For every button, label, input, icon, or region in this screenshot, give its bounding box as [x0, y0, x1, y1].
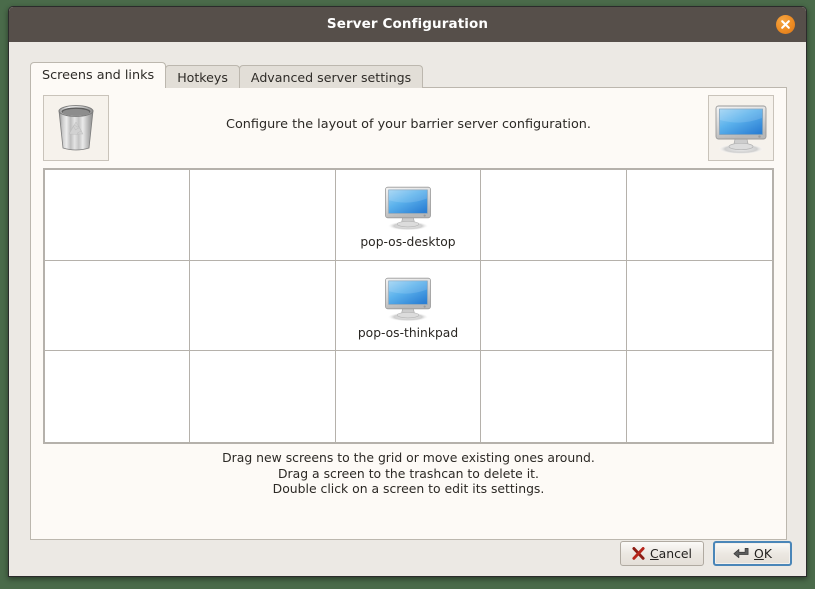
hint-line-2: Drag a screen to the trashcan to delete …	[278, 465, 539, 481]
trashcan-drop-target[interactable]	[43, 95, 109, 161]
tab-label: Advanced server settings	[250, 70, 412, 85]
ok-button-label: OK	[754, 546, 772, 561]
enter-arrow-icon	[733, 547, 749, 559]
grid-cell-r2c2[interactable]	[335, 351, 482, 442]
grid-cell-r0c3[interactable]	[481, 170, 627, 261]
screens-and-links-panel: Configure the layout of your barrier ser…	[30, 87, 787, 540]
hint-line-1: Drag new screens to the grid or move exi…	[222, 450, 595, 465]
screen-name-label: pop-os-desktop	[360, 235, 456, 250]
panel-header: Configure the layout of your barrier ser…	[31, 88, 786, 161]
ok-button[interactable]: OK	[713, 541, 792, 566]
grid-cell-r0c0[interactable]	[45, 170, 191, 261]
tab-advanced-server-settings[interactable]: Advanced server settings	[238, 65, 424, 88]
grid-cell-r1c0[interactable]	[45, 260, 191, 352]
grid-cell-r2c1[interactable]	[190, 351, 336, 442]
cancel-x-icon	[632, 547, 645, 560]
window-titlebar: Server Configuration	[9, 7, 806, 43]
cancel-button-label: Cancel	[650, 546, 692, 561]
cancel-accel-char: C	[650, 546, 659, 561]
tab-label: Hotkeys	[177, 70, 228, 85]
dialog-body: Screens and links Hotkeys Advanced serve…	[9, 42, 806, 576]
hint-line-3: Double click on a screen to edit its set…	[272, 481, 545, 496]
grid-cell-r1c3[interactable]	[481, 260, 627, 352]
screen-layout-grid[interactable]: pop-os-desktop pop-os-thinkpad	[43, 168, 774, 444]
trashcan-icon	[58, 105, 94, 151]
grid-cell-r1c2[interactable]: pop-os-thinkpad	[335, 260, 482, 352]
cancel-label-rest: ancel	[658, 546, 692, 561]
server-configuration-window: Server Configuration Screens and links H…	[8, 6, 807, 577]
tab-screens-and-links[interactable]: Screens and links	[30, 62, 167, 88]
grid-cell-r0c2[interactable]: pop-os-desktop	[335, 170, 482, 261]
screen-pop-os-desktop[interactable]: pop-os-desktop	[360, 180, 456, 250]
grid-cell-r2c3[interactable]	[481, 351, 627, 442]
grid-cell-r0c4[interactable]	[626, 170, 772, 261]
monitor-icon	[715, 105, 767, 155]
tab-label: Screens and links	[42, 68, 155, 83]
grid-hints: Drag new screens to the grid or move exi…	[31, 450, 786, 497]
ok-label-rest: K	[763, 546, 772, 561]
grid-cell-r2c0[interactable]	[45, 351, 191, 442]
panel-description: Configure the layout of your barrier ser…	[226, 117, 591, 132]
dialog-button-row: Cancel OK	[620, 541, 792, 566]
grid-cell-r1c1[interactable]	[190, 260, 336, 352]
new-screen-source[interactable]	[708, 95, 774, 161]
close-icon[interactable]	[776, 15, 795, 34]
grid-cell-r1c4[interactable]	[626, 260, 772, 352]
window-title: Server Configuration	[326, 16, 489, 32]
tab-hotkeys[interactable]: Hotkeys	[165, 65, 240, 88]
screen-pop-os-thinkpad[interactable]: pop-os-thinkpad	[358, 271, 458, 340]
screen-name-label: pop-os-thinkpad	[357, 325, 459, 340]
grid-cell-r2c4[interactable]	[626, 351, 772, 442]
cancel-button[interactable]: Cancel	[620, 541, 704, 566]
tab-bar: Screens and links Hotkeys Advanced serve…	[30, 62, 424, 88]
monitor-icon	[385, 187, 431, 231]
ok-accel-char: O	[754, 546, 764, 561]
grid-cell-r0c1[interactable]	[190, 170, 336, 261]
monitor-icon	[385, 277, 431, 322]
